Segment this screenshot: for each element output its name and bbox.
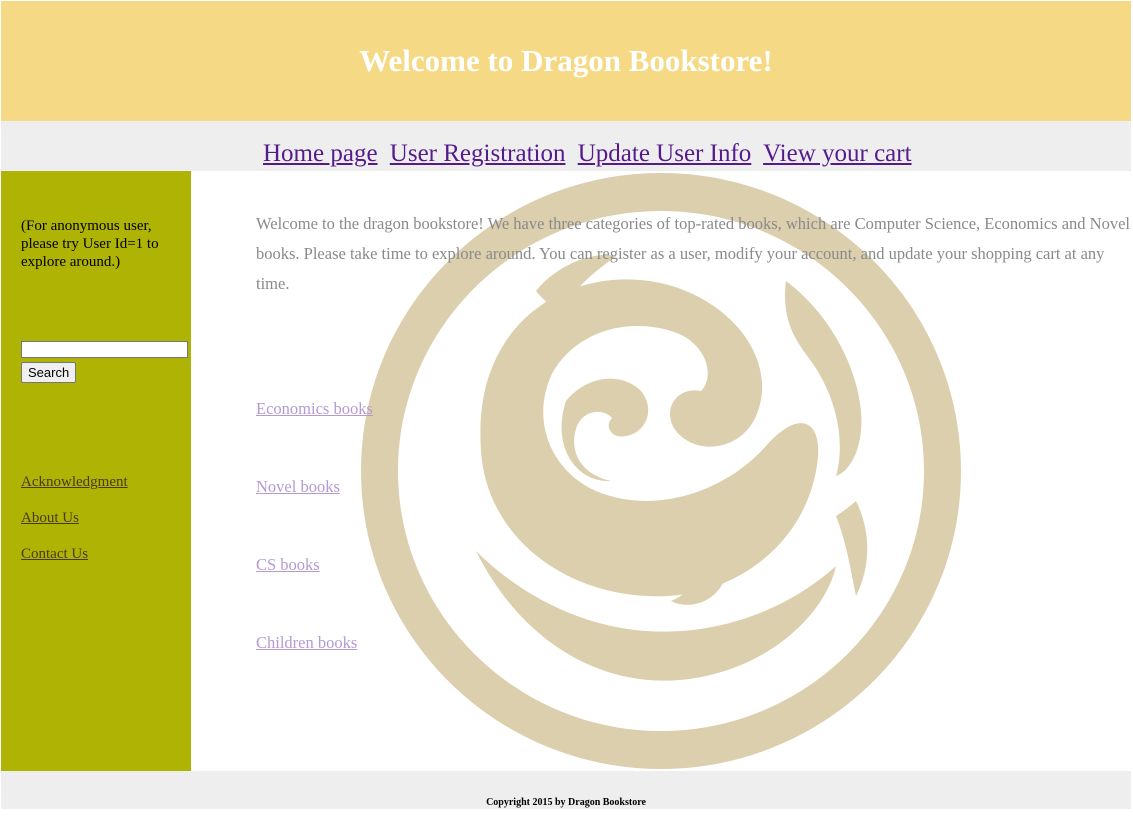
copyright-text: Copyright 2015 by Dragon Bookstore [486, 797, 646, 808]
top-nav: Home page User Registration Update User … [1, 121, 1131, 171]
site-header: Welcome to Dragon Bookstore! [1, 1, 1131, 121]
category-links: Economics books Novel books CS books Chi… [256, 398, 373, 710]
nav-home-link[interactable]: Home page [263, 140, 378, 167]
search-button[interactable]: Search [21, 362, 77, 383]
novel-books-link[interactable]: Novel books [256, 476, 373, 554]
nav-view-cart-link[interactable]: View your cart [763, 140, 911, 167]
contact-us-link[interactable]: Contact Us [21, 545, 128, 581]
economics-books-link[interactable]: Economics books [256, 398, 373, 476]
acknowledgment-link[interactable]: Acknowledgment [21, 473, 128, 509]
top-nav-links: Home page User Registration Update User … [263, 139, 918, 169]
nav-user-registration-link[interactable]: User Registration [390, 140, 566, 167]
children-books-link[interactable]: Children books [256, 632, 373, 710]
about-us-link[interactable]: About Us [21, 509, 128, 545]
search-input[interactable] [21, 341, 188, 358]
anonymous-user-note: (For anonymous user, please try User Id=… [21, 218, 159, 270]
sidebar-links: Acknowledgment About Us Contact Us [21, 473, 128, 581]
nav-update-user-info-link[interactable]: Update User Info [578, 140, 752, 167]
cs-books-link[interactable]: CS books [256, 554, 373, 632]
site-footer: Copyright 2015 by Dragon Bookstore [1, 771, 1131, 809]
page: Welcome to Dragon Bookstore! Home page U… [0, 0, 1133, 821]
main-content: Welcome to the dragon bookstore! We have… [191, 171, 1131, 771]
sidebar: (For anonymous user, please try User Id=… [1, 171, 191, 771]
intro-text: Welcome to the dragon bookstore! We have… [256, 214, 1130, 293]
site-title: Welcome to Dragon Bookstore! [359, 43, 773, 78]
